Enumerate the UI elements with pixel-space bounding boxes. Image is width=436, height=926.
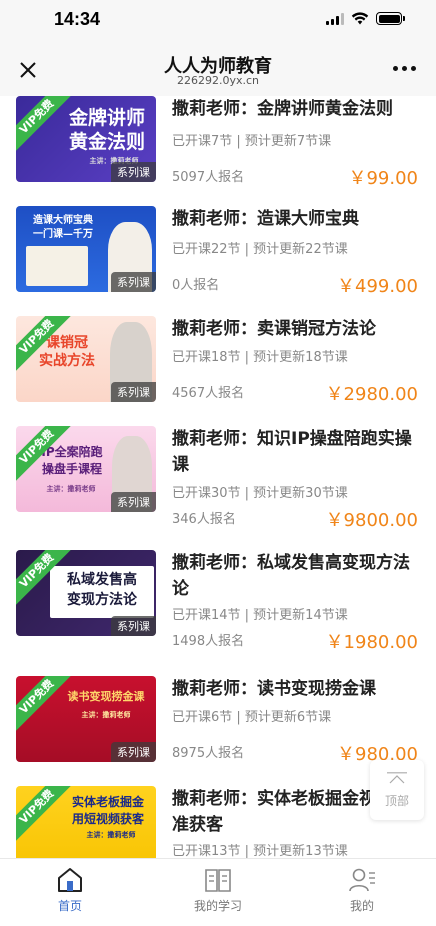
course-title[interactable]: 撒莉老师：私域发售高变现方法论 bbox=[172, 550, 422, 602]
thumbnail-doc bbox=[26, 246, 88, 286]
thumbnail-subtext: 主讲：撒莉老师 bbox=[86, 831, 136, 839]
course-lesson-info: 已开课7节 | 预计更新7节课 bbox=[172, 134, 332, 149]
course-lesson-info: 已开课6节 | 预计更新6节课 bbox=[172, 710, 332, 725]
course-thumbnail[interactable]: 造课大师宝典 一门课—千万 系列课 bbox=[16, 206, 156, 292]
course-title[interactable]: 撒莉老师：造课大师宝典 bbox=[172, 206, 422, 232]
series-tag: 系列课 bbox=[111, 616, 156, 636]
course-lesson-info: 已开课22节 | 预计更新22节课 bbox=[172, 242, 348, 257]
course-thumbnail[interactable]: 金牌讲师 黄金法则 主讲：撒莉老师 VIP免费 系列课 bbox=[16, 96, 156, 182]
thumbnail-headline: 实体老板掘金 用短视频获客 bbox=[71, 795, 144, 826]
back-to-top-label: 顶部 bbox=[384, 794, 409, 808]
course-enroll-count: 5097人报名 bbox=[172, 170, 245, 185]
tab-label: 我的学习 bbox=[193, 899, 242, 913]
course-list: 金牌讲师 黄金法则 主讲：撒莉老师 VIP免费 系列课 撒莉老师：金牌讲师黄金法… bbox=[0, 96, 436, 858]
page-domain: 226292.0yx.cn bbox=[176, 74, 260, 87]
course-lesson-info: 已开课30节 | 预计更新30节课 bbox=[172, 486, 348, 501]
course-thumbnail[interactable]: IP全案陪跑 操盘手课程 主讲：撒莉老师 VIP免费 系列课 bbox=[16, 426, 156, 512]
course-price: ￥1980.00 bbox=[325, 632, 418, 653]
tab-label: 首页 bbox=[57, 899, 82, 913]
series-tag: 系列课 bbox=[111, 162, 156, 182]
course-title[interactable]: 撒莉老师：卖课销冠方法论 bbox=[172, 316, 422, 342]
series-tag: 系列课 bbox=[111, 272, 156, 292]
course-price: ￥9800.00 bbox=[325, 510, 418, 531]
course-lesson-info: 已开课18节 | 预计更新18节课 bbox=[172, 350, 348, 365]
course-enroll-count: 4567人报名 bbox=[172, 386, 245, 401]
thumbnail-headline: 金牌讲师 黄金法则 bbox=[68, 107, 145, 153]
status-bar: 14:34 bbox=[0, 0, 436, 44]
book-icon bbox=[205, 869, 231, 892]
tab-mine[interactable]: 我的 bbox=[312, 859, 412, 926]
course-enroll-count: 0人报名 bbox=[172, 278, 220, 293]
bottom-tab-bar: 首页 我的学习 我的 bbox=[0, 858, 436, 926]
thumbnail-headline: 读书变现捞金课 bbox=[67, 690, 145, 703]
course-price: ￥2980.00 bbox=[325, 384, 418, 405]
more-dots-icon[interactable] bbox=[393, 66, 416, 71]
wifi-icon bbox=[351, 12, 369, 25]
home-icon bbox=[58, 868, 82, 892]
course-title[interactable]: 撒莉老师：知识IP操盘陪跑实操课 bbox=[172, 426, 422, 478]
thumbnail-subtext: 主讲：撒莉老师 bbox=[46, 485, 96, 493]
course-price: ￥499.00 bbox=[337, 276, 418, 297]
course-thumbnail[interactable]: 私域发售高 变现方法论 VIP免费 系列课 bbox=[16, 550, 156, 636]
tab-label: 我的 bbox=[349, 899, 374, 913]
course-thumbnail[interactable]: 读书变现捞金课 主讲：撒莉老师 VIP免费 系列课 bbox=[16, 676, 156, 762]
course-thumbnail[interactable]: 课销冠 实战方法 VIP免费 系列课 bbox=[16, 316, 156, 402]
user-icon bbox=[349, 868, 375, 892]
chevron-up-icon bbox=[387, 772, 407, 784]
tab-home[interactable]: 首页 bbox=[20, 859, 120, 926]
battery-icon bbox=[376, 12, 405, 25]
course-enroll-count: 346人报名 bbox=[172, 512, 236, 527]
series-tag: 系列课 bbox=[111, 742, 156, 762]
signal-icon bbox=[326, 12, 344, 25]
course-item[interactable]: 金牌讲师 黄金法则 主讲：撒莉老师 VIP免费 系列课 撒莉老师：金牌讲师黄金法… bbox=[0, 96, 436, 206]
course-lesson-info: 已开课13节 | 预计更新13节课 bbox=[172, 844, 348, 858]
course-title[interactable]: 撒莉老师：金牌讲师黄金法则 bbox=[172, 96, 422, 122]
course-title[interactable]: 撒莉老师：读书变现捞金课 bbox=[172, 676, 422, 702]
course-item[interactable]: 造课大师宝典 一门课—千万 系列课 撒莉老师：造课大师宝典 已开课22节 | 预… bbox=[0, 206, 436, 316]
series-tag: 系列课 bbox=[111, 492, 156, 512]
series-tag: 系列课 bbox=[111, 382, 156, 402]
course-item[interactable]: 课销冠 实战方法 VIP免费 系列课 撒莉老师：卖课销冠方法论 已开课18节 |… bbox=[0, 316, 436, 426]
course-item[interactable]: IP全案陪跑 操盘手课程 主讲：撒莉老师 VIP免费 系列课 撒莉老师：知识IP… bbox=[0, 426, 436, 550]
back-to-top-button[interactable]: 顶部 bbox=[370, 760, 424, 820]
course-enroll-count: 8975人报名 bbox=[172, 746, 245, 761]
thumbnail-subtext: 主讲：撒莉老师 bbox=[81, 711, 131, 719]
thumbnail-headline: 私域发售高 变现方法论 bbox=[67, 572, 137, 608]
course-thumbnail[interactable]: 实体老板掘金 用短视频获客 主讲：撒莉老师 VIP免费 bbox=[16, 786, 156, 858]
nav-bar: 人人为师教育 226292.0yx.cn bbox=[0, 44, 436, 96]
course-item[interactable]: 私域发售高 变现方法论 VIP免费 系列课 撒莉老师：私域发售高变现方法论 已开… bbox=[0, 550, 436, 676]
status-time: 14:34 bbox=[54, 9, 101, 29]
course-lesson-info: 已开课14节 | 预计更新14节课 bbox=[172, 608, 348, 623]
course-enroll-count: 1498人报名 bbox=[172, 634, 245, 649]
tab-my-study[interactable]: 我的学习 bbox=[168, 859, 268, 926]
thumbnail-headline: 造课大师宝典 一门课—千万 bbox=[33, 215, 93, 240]
course-price: ￥99.00 bbox=[348, 168, 418, 189]
